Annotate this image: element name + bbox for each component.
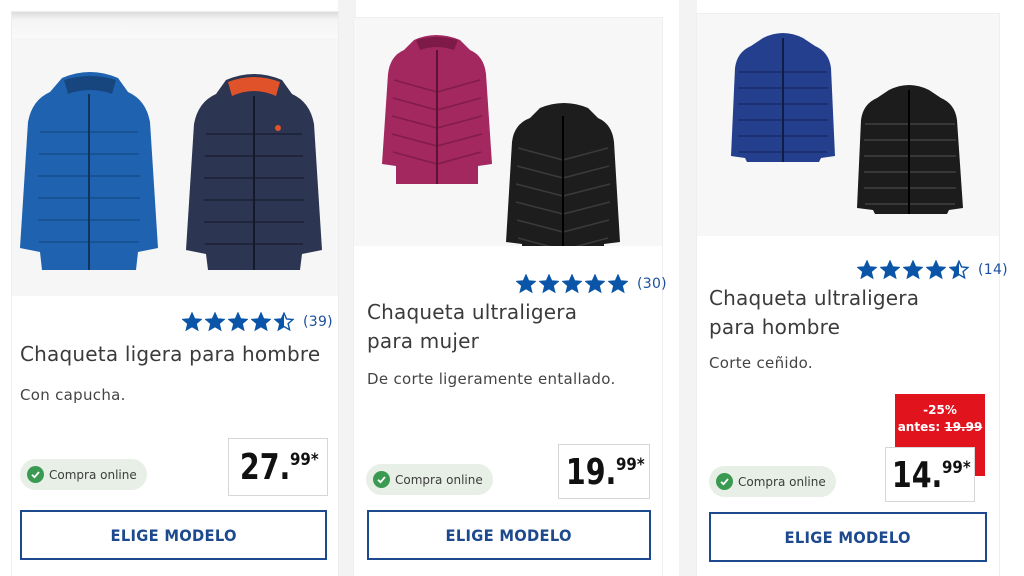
choose-model-label: ELIGE MODELO: [110, 525, 237, 545]
star-full-icon: [926, 260, 946, 280]
star-full-icon: [880, 260, 900, 280]
product-photo: [20, 72, 322, 270]
column-divider: [679, 0, 697, 576]
choose-model-button[interactable]: ELIGE MODELO: [709, 512, 987, 562]
product-image[interactable]: [12, 38, 338, 296]
product-photo: [731, 33, 963, 214]
check-icon: [716, 473, 733, 490]
jacket-magenta-women-icon: [382, 35, 492, 184]
card-top-shade: [12, 12, 338, 38]
product-title[interactable]: Chaqueta ligera para hombre: [20, 340, 330, 369]
star-full-icon: [857, 260, 877, 280]
choose-model-label: ELIGE MODELO: [445, 525, 573, 545]
star-rating: [182, 312, 294, 332]
check-icon: [373, 471, 390, 488]
star-full-icon: [516, 274, 536, 294]
star-full-icon: [539, 274, 559, 294]
product-title[interactable]: Chaqueta ultraligera para mujer: [367, 298, 627, 356]
price-box: 14. 99*: [885, 447, 975, 502]
online-label: Compra online: [738, 474, 826, 489]
online-label: Compra online: [49, 467, 137, 482]
choose-model-button[interactable]: ELIGE MODELO: [20, 510, 327, 560]
star-rating: [516, 274, 628, 294]
price-integer: 19.: [565, 452, 617, 493]
discount-old-price: 19.99: [944, 420, 983, 434]
star-full-icon: [585, 274, 605, 294]
star-full-icon: [228, 312, 248, 332]
discount-old-price-line: antes: 19.99: [895, 419, 985, 436]
price-box: 27. 99*: [228, 438, 328, 496]
online-badge: Compra online: [709, 466, 836, 497]
star-rating: [857, 260, 969, 280]
rating[interactable]: (14): [857, 260, 1008, 280]
choose-model-label: ELIGE MODELO: [784, 527, 912, 547]
online-label: Compra online: [395, 472, 483, 487]
price-integer: 14.: [891, 455, 943, 496]
product-image[interactable]: [697, 14, 999, 236]
rating-count: (14): [978, 262, 1008, 278]
star-full-icon: [562, 274, 582, 294]
product-description: Corte ceñido.: [709, 354, 813, 372]
rating[interactable]: (39): [182, 312, 333, 332]
star-full-icon: [182, 312, 202, 332]
price-decimals: 99*: [290, 450, 320, 470]
rating[interactable]: (30): [516, 274, 667, 294]
price-integer: 27.: [239, 447, 291, 488]
product-image[interactable]: [354, 18, 662, 246]
jacket-black-women-icon: [506, 103, 620, 246]
product-card[interactable]: (39) Chaqueta ligera para hombre Con cap…: [12, 12, 338, 576]
product-description: Con capucha.: [20, 386, 126, 404]
discount-old-label: antes:: [897, 420, 941, 434]
star-full-icon: [205, 312, 225, 332]
jacket-blue-hooded-icon: [20, 72, 158, 270]
online-badge: Compra online: [20, 459, 147, 490]
price-decimals: 99*: [616, 455, 646, 475]
star-full-icon: [903, 260, 923, 280]
star-full-icon: [251, 312, 271, 332]
product-title[interactable]: Chaqueta ultraligera para hombre: [709, 284, 969, 342]
online-badge: Compra online: [366, 464, 493, 495]
star-half-icon: [274, 312, 294, 332]
jacket-navy-hooded-icon: [186, 74, 322, 270]
star-full-icon: [608, 274, 628, 294]
product-description: De corte ligeramente entallado.: [367, 370, 616, 388]
choose-model-button[interactable]: ELIGE MODELO: [367, 510, 651, 560]
jacket-navy-men-icon: [731, 33, 835, 162]
price-decimals: 99*: [942, 458, 972, 478]
check-icon: [27, 466, 44, 483]
rating-count: (39): [303, 314, 333, 330]
star-half-icon: [949, 260, 969, 280]
product-card[interactable]: (30) Chaqueta ultraligera para mujer De …: [354, 18, 667, 576]
discount-percent: -25%: [923, 403, 957, 417]
price-box: 19. 99*: [558, 444, 650, 499]
jacket-black-men-icon: [857, 85, 963, 214]
product-photo: [382, 35, 620, 246]
rating-count: (30): [637, 276, 667, 292]
product-card[interactable]: (14) Chaqueta ultraligera para hombre Co…: [697, 14, 1008, 576]
